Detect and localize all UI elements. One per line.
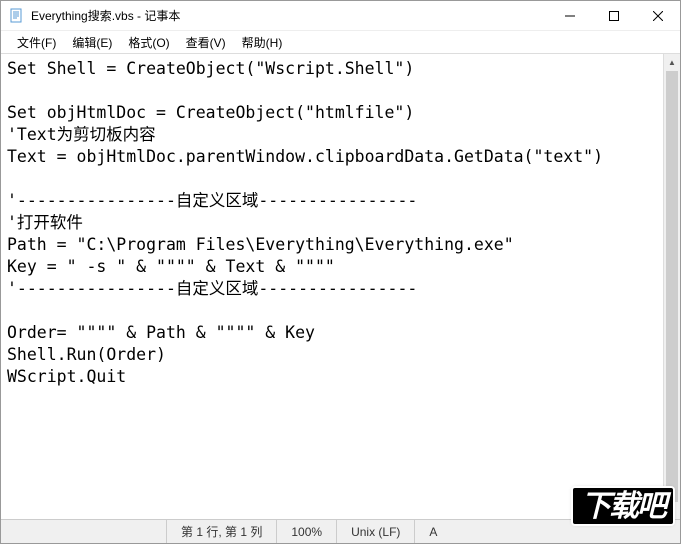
menubar: 文件(F) 编辑(E) 格式(O) 查看(V) 帮助(H) <box>1 31 680 53</box>
watermark-logo: 下载吧 <box>573 488 673 524</box>
status-eol: Unix (LF) <box>336 520 414 543</box>
vertical-scrollbar[interactable]: ▲ ▼ <box>663 54 680 519</box>
notepad-icon <box>9 8 25 24</box>
text-editor[interactable]: Set Shell = CreateObject("Wscript.Shell"… <box>1 54 663 519</box>
titlebar: Everything搜索.vbs - 记事本 <box>1 1 680 31</box>
menu-view[interactable]: 查看(V) <box>178 32 234 53</box>
notepad-window: Everything搜索.vbs - 记事本 文件(F) 编辑(E) 格式(O)… <box>0 0 681 544</box>
window-controls <box>548 1 680 30</box>
close-button[interactable] <box>636 1 680 30</box>
menu-file[interactable]: 文件(F) <box>9 32 64 53</box>
status-spacer <box>1 520 166 543</box>
scroll-thumb[interactable] <box>666 71 678 502</box>
minimize-button[interactable] <box>548 1 592 30</box>
menu-help[interactable]: 帮助(H) <box>234 32 291 53</box>
scroll-up-arrow[interactable]: ▲ <box>664 54 680 71</box>
watermark-text: 下载吧 <box>573 488 673 524</box>
editor-area: Set Shell = CreateObject("Wscript.Shell"… <box>1 53 680 519</box>
status-position: 第 1 行, 第 1 列 <box>166 520 276 543</box>
status-zoom: 100% <box>276 520 336 543</box>
window-title: Everything搜索.vbs - 记事本 <box>31 7 548 24</box>
maximize-button[interactable] <box>592 1 636 30</box>
menu-edit[interactable]: 编辑(E) <box>64 32 120 53</box>
menu-format[interactable]: 格式(O) <box>120 32 177 53</box>
status-encoding: A <box>414 520 477 543</box>
scroll-track[interactable] <box>664 71 680 502</box>
